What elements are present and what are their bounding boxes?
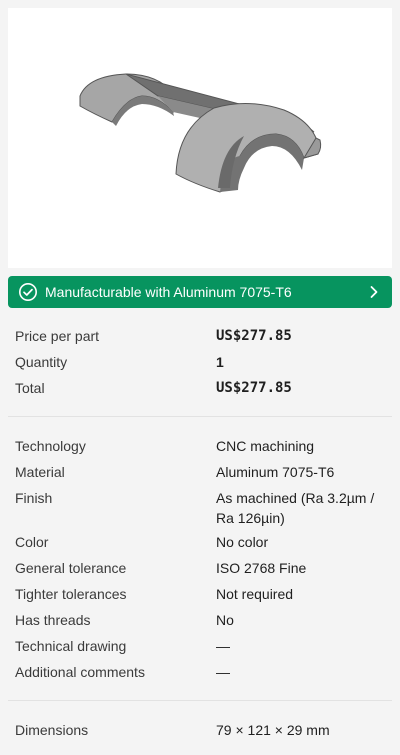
finish-value-line1: As machined (Ra 3.2µm /: [216, 490, 375, 506]
has-threads-row: Has threads No: [15, 610, 385, 630]
total-value: US$277.85: [216, 380, 292, 396]
manufacturability-banner[interactable]: Manufacturable with Aluminum 7075-T6: [8, 276, 392, 308]
color-value: No color: [216, 534, 269, 550]
technical-drawing-value: —: [216, 638, 230, 654]
finish-value: As machined (Ra 3.2µm / Ra 126µin): [216, 488, 385, 528]
finish-label: Finish: [15, 490, 53, 506]
additional-comments-row: Additional comments —: [15, 662, 385, 682]
finish-row: Finish As machined (Ra 3.2µm / Ra 126µin…: [15, 488, 385, 528]
technical-drawing-label: Technical drawing: [15, 638, 127, 654]
dimensions-label: Dimensions: [15, 722, 89, 738]
part-3d-preview[interactable]: [8, 8, 392, 268]
finish-value-line2: Ra 126µin): [216, 510, 285, 526]
material-row: Material Aluminum 7075-T6: [15, 462, 385, 482]
general-tolerance-value: ISO 2768 Fine: [216, 560, 307, 576]
general-tolerance-label: General tolerance: [15, 560, 127, 576]
quantity-row: Quantity 1: [15, 352, 385, 372]
color-row: Color No color: [15, 532, 385, 552]
material-label: Material: [15, 464, 65, 480]
additional-comments-value: —: [216, 664, 230, 680]
price-per-part-value: US$277.85: [216, 328, 292, 344]
chevron-right-icon: [366, 284, 382, 300]
divider: [8, 700, 392, 701]
technology-value: CNC machining: [216, 438, 315, 454]
divider: [8, 416, 392, 417]
check-circle-icon: [18, 282, 38, 302]
dimensions-row: Dimensions 79 × 121 × 29 mm: [15, 720, 385, 740]
tighter-tolerances-label: Tighter tolerances: [15, 586, 127, 602]
price-per-part-row: Price per part US$277.85: [15, 326, 385, 346]
technology-label: Technology: [15, 438, 86, 454]
additional-comments-label: Additional comments: [15, 664, 145, 680]
part-model-render: [79, 73, 322, 193]
tighter-tolerances-value: Not required: [216, 586, 294, 602]
general-tolerance-row: General tolerance ISO 2768 Fine: [15, 558, 385, 578]
has-threads-label: Has threads: [15, 612, 91, 628]
quantity-label: Quantity: [15, 354, 68, 370]
tighter-tolerances-row: Tighter tolerances Not required: [15, 584, 385, 604]
has-threads-value: No: [216, 612, 234, 628]
price-per-part-label: Price per part: [15, 328, 100, 344]
dimensions-value: 79 × 121 × 29 mm: [216, 722, 330, 738]
banner-label: Manufacturable with Aluminum 7075-T6: [45, 284, 292, 300]
total-label: Total: [15, 380, 45, 396]
quantity-value: 1: [216, 354, 224, 370]
material-value: Aluminum 7075-T6: [216, 464, 335, 480]
technology-row: Technology CNC machining: [15, 436, 385, 456]
technical-drawing-row: Technical drawing —: [15, 636, 385, 656]
color-label: Color: [15, 534, 49, 550]
total-row: Total US$277.85: [15, 378, 385, 398]
